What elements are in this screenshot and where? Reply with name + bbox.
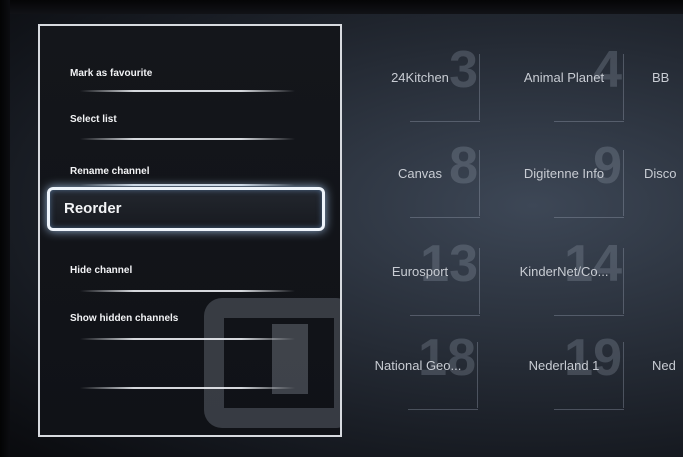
channel-tile[interactable]: 8 Canvas	[356, 140, 484, 224]
tv-screen: 3 24Kitchen 4 Animal Planet BB 8 Canvas …	[0, 0, 683, 457]
tile-edge	[479, 54, 480, 120]
menu-separator	[80, 338, 295, 340]
tile-edge	[554, 217, 624, 218]
menu-item-hide-channel[interactable]: Hide channel	[70, 265, 132, 276]
channel-name: Ned	[652, 358, 676, 373]
menu-separator	[80, 184, 295, 186]
tile-edge	[623, 54, 624, 120]
options-menu: Mark as favourite Select list Rename cha…	[38, 24, 342, 437]
channel-name: Digitenne Info	[523, 166, 605, 181]
channel-name: Animal Planet	[523, 70, 605, 85]
channel-name: 24Kitchen	[391, 70, 449, 85]
channel-tile[interactable]: 3 24Kitchen	[356, 44, 484, 128]
menu-separator	[80, 138, 295, 140]
tv-watermark-screen	[272, 324, 308, 394]
menu-item-select-list[interactable]: Select list	[70, 114, 117, 125]
channel-name: KinderNet/Co...	[519, 264, 609, 279]
tile-edge	[408, 409, 478, 410]
menu-separator	[80, 90, 295, 92]
channel-tile[interactable]: 4 Animal Planet	[500, 44, 628, 128]
tile-edge	[477, 342, 478, 408]
tile-edge	[410, 121, 480, 122]
tile-edge	[479, 248, 480, 314]
tile-edge	[554, 409, 624, 410]
tile-edge	[623, 248, 624, 314]
channel-name: Eurosport	[391, 264, 449, 279]
channel-tile[interactable]: 13 Eurosport	[356, 238, 484, 322]
tv-bezel-top	[0, 0, 683, 14]
channel-name: Disco	[644, 166, 677, 181]
menu-item-rename-channel[interactable]: Rename channel	[70, 166, 149, 177]
menu-item-mark-favourite[interactable]: Mark as favourite	[70, 68, 152, 79]
channel-tile[interactable]: Ned	[640, 336, 683, 416]
channel-name: Nederland 1	[528, 358, 600, 373]
tile-edge	[554, 315, 624, 316]
channel-name: BB	[652, 70, 670, 85]
channel-tile[interactable]: 19 Nederland 1	[500, 332, 628, 416]
channel-tile[interactable]: 14 KinderNet/Co...	[500, 238, 628, 322]
tile-edge	[479, 150, 480, 216]
menu-item-reorder[interactable]: Reorder	[47, 187, 325, 231]
channel-tile[interactable]: Disco	[640, 144, 683, 224]
menu-separator	[80, 290, 295, 292]
channel-name: National Geo...	[374, 358, 462, 373]
channel-tile[interactable]: BB	[640, 48, 683, 128]
channel-tile[interactable]: 18 National Geo...	[354, 332, 482, 416]
tile-edge	[623, 342, 624, 408]
tile-edge	[410, 217, 480, 218]
menu-separator	[80, 387, 295, 389]
channel-name: Canvas	[397, 166, 443, 181]
tile-edge	[623, 150, 624, 216]
menu-item-show-hidden-channels[interactable]: Show hidden channels	[70, 313, 178, 324]
tv-bezel-left	[0, 0, 10, 457]
channel-tile[interactable]: 9 Digitenne Info	[500, 140, 628, 224]
tile-edge	[554, 121, 624, 122]
tile-edge	[410, 315, 480, 316]
